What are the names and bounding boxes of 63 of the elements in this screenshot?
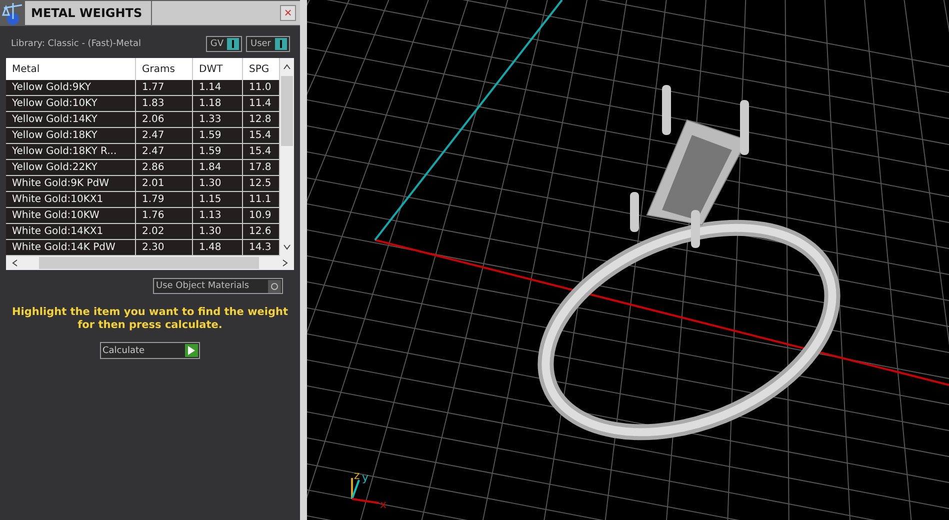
table-cell[interactable]: 1.59: [193, 144, 243, 160]
table-cell[interactable]: 1.84: [193, 160, 243, 176]
instruction-text: Highlight the item you want to find the weight for then press calculate.: [11, 305, 289, 332]
table-cell[interactable]: 1.77: [136, 80, 193, 96]
table-cell[interactable]: 1.30: [193, 176, 243, 192]
panel-title: METAL WEIGHTS: [25, 1, 152, 25]
table-cell[interactable]: 1.18: [193, 96, 243, 112]
table-cell[interactable]: 12.6: [243, 224, 280, 240]
toggle-button[interactable]: User: [246, 36, 290, 52]
table-cell[interactable]: 1.13: [193, 208, 243, 224]
y-axis-label: y: [362, 471, 369, 484]
calculate-button[interactable]: Calculate: [100, 342, 200, 359]
table-cell[interactable]: 2.47: [136, 128, 193, 144]
table-cell[interactable]: 15.4: [243, 144, 280, 160]
table-cell[interactable]: Yellow Gold:10KY: [6, 96, 136, 112]
scroll-up-icon[interactable]: [282, 62, 292, 72]
table-cell[interactable]: 2.01: [136, 176, 193, 192]
table-cell[interactable]: 1.48: [193, 240, 243, 256]
horizontal-scrollbar[interactable]: [6, 256, 294, 270]
table-cell[interactable]: 14.3: [243, 240, 280, 256]
table-cell[interactable]: 1.59: [193, 128, 243, 144]
table-cell[interactable]: White Gold:10KW: [6, 208, 136, 224]
table-cell[interactable]: 1.79: [136, 192, 193, 208]
table-cell[interactable]: 1.83: [136, 96, 193, 112]
table-cell[interactable]: White Gold:14KX1: [6, 224, 136, 240]
table-cell[interactable]: Yellow Gold:9KY: [6, 80, 136, 96]
table-cell[interactable]: 11.0: [243, 80, 280, 96]
close-button[interactable]: ×: [280, 5, 296, 21]
table-cell[interactable]: Yellow Gold:14KY: [6, 112, 136, 128]
vertical-scrollbar[interactable]: [280, 58, 294, 256]
play-icon: [188, 346, 194, 355]
table-cell[interactable]: 2.30: [136, 240, 193, 256]
table-cell[interactable]: Yellow Gold:22KY: [6, 160, 136, 176]
table-cell[interactable]: 2.02: [136, 224, 193, 240]
table-cell[interactable]: 17.8: [243, 160, 280, 176]
table-cell[interactable]: 1.30: [193, 224, 243, 240]
scroll-left-icon[interactable]: [10, 258, 20, 268]
x-axis-label: x: [380, 498, 387, 511]
scale-logo-icon: [1, 1, 25, 25]
table-cell[interactable]: 2.47: [136, 144, 193, 160]
table-cell[interactable]: White Gold:9K PdW: [6, 176, 136, 192]
toggle-button[interactable]: GV: [206, 36, 242, 52]
table-cell[interactable]: 11.1: [243, 192, 280, 208]
table-cell[interactable]: 1.14: [193, 80, 243, 96]
library-label: Library: Classic - (Fast)-Metal: [11, 39, 142, 49]
scroll-right-icon[interactable]: [280, 258, 290, 268]
table-cell[interactable]: White Gold:10KX1: [6, 192, 136, 208]
table-cell[interactable]: White Gold:14K PdW: [6, 240, 136, 256]
table-cell[interactable]: 2.86: [136, 160, 193, 176]
use-object-materials-option[interactable]: Use Object Materials: [153, 278, 283, 294]
table-cell[interactable]: 2.06: [136, 112, 193, 128]
table-cell[interactable]: 15.4: [243, 128, 280, 144]
z-axis-label: z: [354, 469, 360, 482]
table-cell[interactable]: 12.8: [243, 112, 280, 128]
table-cell[interactable]: Yellow Gold:18KY: [6, 128, 136, 144]
table-cell[interactable]: 10.9: [243, 208, 280, 224]
table-cell[interactable]: 11.4: [243, 96, 280, 112]
table-cell[interactable]: 1.15: [193, 192, 243, 208]
table-cell[interactable]: Yellow Gold:18KY R...: [6, 144, 136, 160]
scroll-down-icon[interactable]: [282, 242, 292, 252]
table-cell[interactable]: 1.33: [193, 112, 243, 128]
table-cell[interactable]: 1.76: [136, 208, 193, 224]
table-cell[interactable]: 12.5: [243, 176, 280, 192]
